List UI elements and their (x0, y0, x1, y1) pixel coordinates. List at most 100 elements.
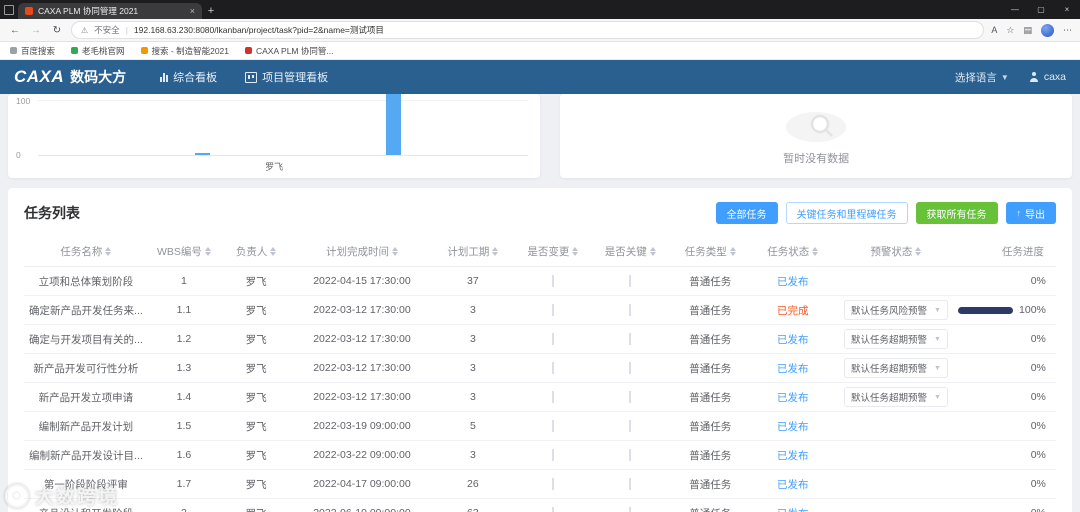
task-action-button[interactable]: ↑ 导出 (1005, 202, 1056, 224)
profile-avatar[interactable] (1041, 23, 1054, 37)
table-row[interactable]: 编制新产品开发计划 1.5 罗飞 2022-03-19 09:00:00 5 普… (24, 412, 1056, 441)
chevron-down-icon: ▼ (933, 306, 941, 314)
sort-icon[interactable] (572, 246, 579, 256)
column-header[interactable]: 是否变更 (514, 244, 591, 259)
sort-icon[interactable] (729, 246, 736, 256)
toolbar-icons: A ☆ ▤ ⋯ (991, 23, 1072, 37)
user-menu[interactable]: caxa (1029, 71, 1066, 83)
sort-icon[interactable] (649, 246, 656, 256)
task-action-button[interactable]: 获取所有任务 (915, 202, 998, 224)
bookmark-item[interactable]: 百度搜索 (10, 45, 55, 57)
favorite-star-icon[interactable]: ☆ (1006, 25, 1014, 36)
task-finish: 2022-03-12 17:30:00 (313, 362, 411, 374)
column-header[interactable]: 负责人 (220, 244, 292, 259)
progress-value: 0% (1030, 275, 1046, 287)
column-header[interactable]: 任务名称 (24, 244, 148, 259)
table-row[interactable]: 新产品开发立项申请 1.4 罗飞 2022-03-12 17:30:00 3 普… (24, 383, 1056, 412)
refresh-button[interactable]: ↻ (50, 25, 64, 36)
column-header[interactable]: WBS编号 (148, 244, 220, 259)
change-checkbox[interactable] (551, 478, 554, 490)
language-selector[interactable]: 选择语言 ▼ (955, 70, 1009, 85)
table-row[interactable]: 立项和总体策划阶段 1 罗飞 2022-04-15 17:30:00 37 普通… (24, 267, 1056, 296)
key-checkbox[interactable] (629, 275, 632, 287)
sort-icon[interactable] (391, 246, 398, 256)
key-checkbox[interactable] (629, 449, 632, 461)
change-checkbox[interactable] (551, 333, 554, 345)
task-action-button[interactable]: 关键任务和里程碑任务 (785, 202, 908, 224)
window-minimize-button[interactable]: — (1002, 5, 1028, 14)
column-header[interactable]: 是否关键 (592, 244, 669, 259)
sort-icon[interactable] (270, 246, 277, 256)
read-aloud-icon[interactable]: A (991, 25, 997, 35)
key-checkbox[interactable] (629, 304, 632, 316)
settings-menu-icon[interactable]: ⋯ (1063, 25, 1072, 36)
task-actions: 全部任务 关键任务和里程碑任务 获取所有任务 ↑ 导出 (715, 202, 1056, 224)
sort-icon[interactable] (204, 246, 211, 256)
sort-icon[interactable] (492, 246, 499, 256)
task-owner: 罗飞 (245, 478, 267, 491)
key-checkbox[interactable] (629, 420, 632, 432)
change-checkbox[interactable] (551, 275, 554, 287)
window-maximize-button[interactable]: ▢ (1028, 5, 1054, 14)
task-list-panel: 任务列表 全部任务 关键任务和里程碑任务 获取所有任务 ↑ 导出 任务名称 WB… (8, 188, 1072, 512)
table-row[interactable]: 产品设计和开发阶段 2 罗飞 2022-06-19 09:00:00 63 普通… (24, 499, 1056, 512)
change-checkbox[interactable] (551, 449, 554, 461)
key-checkbox[interactable] (629, 478, 632, 490)
task-duration: 63 (432, 507, 515, 512)
task-action-button[interactable]: 全部任务 (715, 202, 778, 224)
sort-icon[interactable] (812, 246, 819, 256)
table-row[interactable]: 第一阶段阶段评审 1.7 罗飞 2022-04-17 09:00:00 26 普… (24, 470, 1056, 499)
change-checkbox[interactable] (551, 507, 554, 512)
collections-icon[interactable]: ▤ (1023, 25, 1032, 36)
sort-icon[interactable] (105, 246, 112, 256)
key-checkbox[interactable] (629, 507, 632, 512)
column-header-label: 计划完成时间 (325, 245, 389, 258)
table-row[interactable]: 编制新产品开发设计目... 1.6 罗飞 2022-03-22 09:00:00… (24, 441, 1056, 470)
change-checkbox[interactable] (551, 391, 554, 403)
progress-value: 0% (1030, 478, 1046, 490)
bookmark-item[interactable]: 搜索 - 制造智能2021 (140, 45, 229, 57)
task-type: 普通任务 (689, 275, 732, 288)
tab-close-icon[interactable]: × (190, 6, 195, 16)
nav-item-dashboard[interactable]: 综合看板 (160, 69, 217, 85)
kanban-board-icon (245, 71, 258, 83)
back-button[interactable]: ← (8, 25, 22, 36)
bar-chart-icon (160, 72, 169, 82)
new-tab-button[interactable]: + (202, 5, 220, 19)
warning-select[interactable]: 默认任务超期预警 ▼ (843, 358, 948, 378)
key-checkbox[interactable] (629, 333, 632, 345)
table-row[interactable]: 确定与开发项目有关的... 1.2 罗飞 2022-03-12 17:30:00… (24, 325, 1056, 354)
warning-select[interactable]: 默认任务超期预警 ▼ (843, 329, 948, 349)
chart-bar (194, 153, 210, 155)
username: caxa (1043, 71, 1066, 83)
task-wbs: 1.5 (176, 420, 192, 432)
task-duration: 37 (467, 275, 479, 287)
browser-tab[interactable]: CAXA PLM 协同管理 2021 × (18, 3, 202, 19)
window-close-button[interactable]: × (1054, 5, 1080, 14)
button-label: 导出 (1025, 209, 1045, 221)
key-checkbox[interactable] (629, 362, 632, 374)
change-checkbox[interactable] (551, 304, 554, 316)
forward-button[interactable]: → (29, 25, 43, 36)
address-bar[interactable]: ⚠ 不安全 | 192.168.63.230:8080/lkanban/proj… (71, 21, 985, 39)
bookmark-favicon (245, 47, 252, 54)
key-checkbox[interactable] (629, 391, 632, 403)
change-checkbox[interactable] (551, 420, 554, 432)
column-header[interactable]: 计划完成时间 (292, 244, 431, 259)
column-header[interactable]: 任务进度 (958, 244, 1056, 259)
logo-text-en: CAXA (14, 67, 65, 86)
column-header[interactable]: 预警状态 (834, 244, 958, 259)
change-checkbox[interactable] (551, 362, 554, 374)
warning-select[interactable]: 默认任务超期预警 ▼ (843, 387, 948, 407)
column-header[interactable]: 任务类型 (669, 244, 752, 259)
column-header[interactable]: 任务状态 (751, 244, 834, 259)
task-duration: 3 (469, 304, 476, 316)
warning-select[interactable]: 默认任务风险预警 ▼ (843, 300, 948, 320)
nav-item-project-board[interactable]: 项目管理看板 (245, 69, 328, 85)
column-header[interactable]: 计划工期 (432, 244, 515, 259)
table-row[interactable]: 确定新产品开发任务来... 1.1 罗飞 2022-03-12 17:30:00… (24, 296, 1056, 325)
sort-icon[interactable] (915, 246, 922, 256)
bookmark-item[interactable]: CAXA PLM 协同管... (245, 45, 333, 57)
bookmark-item[interactable]: 老毛桃官网 (71, 45, 125, 57)
table-row[interactable]: 新产品开发可行性分析 1.3 罗飞 2022-03-12 17:30:00 3 … (24, 354, 1056, 383)
